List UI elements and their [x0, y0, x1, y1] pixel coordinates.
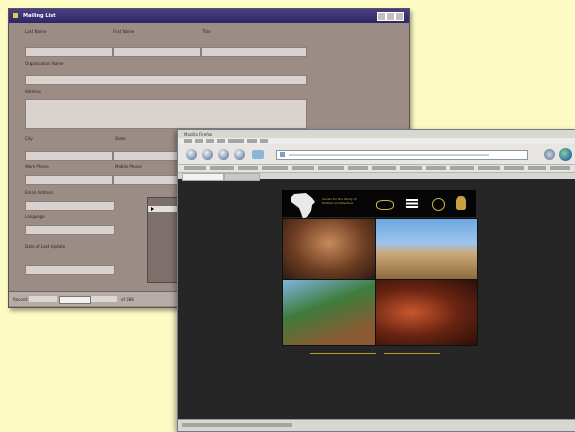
address-bar[interactable]	[276, 150, 528, 160]
mobile-phone-label: Mobile Phone	[115, 164, 142, 169]
reload-icon[interactable]	[218, 149, 229, 160]
menu-item-view[interactable]	[206, 139, 214, 143]
state-field[interactable]	[113, 151, 179, 161]
bookmark-link[interactable]	[262, 166, 288, 170]
organization-label: Organization Name	[25, 61, 64, 66]
nav-next-last-buttons[interactable]	[91, 296, 117, 302]
bookmark-link[interactable]	[504, 166, 524, 170]
browser-logo-icon	[559, 148, 572, 161]
app-icon	[13, 13, 18, 18]
bookmark-link[interactable]	[318, 166, 344, 170]
photo-carved-figure[interactable]	[375, 279, 478, 346]
tab-active[interactable]	[182, 173, 224, 181]
bookmark-link[interactable]	[238, 166, 258, 170]
record-count: of 388	[121, 297, 134, 302]
city-label: City	[25, 136, 33, 141]
first-name-field[interactable]	[113, 47, 201, 57]
emblem-logo[interactable]	[432, 198, 445, 211]
partner-logo[interactable]	[376, 200, 394, 210]
last-name-label: Last Name	[25, 29, 47, 34]
url-text	[289, 154, 489, 156]
first-name-label: First Name	[113, 29, 135, 34]
bookmark-link[interactable]	[528, 166, 546, 170]
menu-item-go[interactable]	[217, 139, 225, 143]
menu-item-file[interactable]	[184, 139, 192, 143]
shield-logo[interactable]	[456, 196, 466, 210]
last-name-field[interactable]	[25, 47, 113, 57]
bookmark-link[interactable]	[478, 166, 500, 170]
language-label: Language	[25, 214, 45, 219]
bookmark-link[interactable]	[292, 166, 314, 170]
bookmark-link[interactable]	[450, 166, 474, 170]
email-label: Email Address	[25, 190, 54, 195]
record-number-field[interactable]	[59, 296, 91, 304]
tab-inactive[interactable]	[224, 173, 260, 181]
browser-statusbar	[178, 419, 575, 431]
menu-item-bookmarks[interactable]	[228, 139, 244, 143]
address-label: Address	[25, 89, 41, 94]
organization-field[interactable]	[25, 75, 307, 85]
address-field[interactable]	[25, 99, 307, 129]
back-icon[interactable]	[186, 149, 197, 160]
state-label: State	[115, 136, 126, 141]
tab-bar	[178, 173, 575, 181]
forward-icon[interactable]	[202, 149, 213, 160]
home-icon[interactable]	[252, 150, 264, 159]
unesco-logo[interactable]	[406, 199, 418, 208]
bookmark-link[interactable]	[550, 166, 570, 170]
footer-link[interactable]	[384, 353, 440, 354]
menu-item-help[interactable]	[260, 139, 268, 143]
browser-titlebar: Mozilla Firefox	[178, 130, 575, 138]
maximize-icon[interactable]	[386, 12, 395, 21]
mobile-phone-field[interactable]	[113, 175, 179, 185]
minimize-icon[interactable]	[377, 12, 386, 21]
title-label: Title	[202, 29, 211, 34]
bookmark-link[interactable]	[400, 166, 422, 170]
bookmark-link[interactable]	[426, 166, 446, 170]
stop-icon[interactable]	[234, 149, 245, 160]
email-field[interactable]	[25, 201, 115, 211]
go-icon[interactable]	[544, 149, 555, 160]
africa-map-logo[interactable]	[288, 191, 318, 221]
menu-item-edit[interactable]	[195, 139, 203, 143]
page-icon	[280, 152, 285, 157]
bookmark-link[interactable]	[348, 166, 368, 170]
work-phone-label: Work Phone	[25, 164, 49, 169]
links-toolbar	[178, 165, 575, 173]
date-last-update-label: Date of Last Update	[25, 244, 66, 249]
window-title: Mailing List	[23, 13, 56, 19]
record-label: Record:	[13, 297, 29, 302]
status-text	[182, 423, 292, 427]
browser-title: Mozilla Firefox	[184, 132, 213, 137]
title-field[interactable]	[201, 47, 307, 57]
menu-item-tools[interactable]	[247, 139, 257, 143]
record-selector-icon	[151, 207, 154, 211]
bookmark-link[interactable]	[372, 166, 396, 170]
date-last-update-field[interactable]	[25, 265, 115, 275]
bookmark-link[interactable]	[184, 166, 206, 170]
browser-window: Mozilla Firefox Center for the Study of …	[177, 129, 575, 432]
site-heading: Center for the Study of Earthen Architec…	[322, 197, 357, 205]
photo-scaffolding[interactable]	[282, 279, 376, 346]
photo-people-outdoors[interactable]	[375, 218, 478, 280]
footer-link[interactable]	[310, 353, 376, 354]
form-titlebar: Mailing List	[9, 9, 409, 23]
bookmark-link[interactable]	[210, 166, 234, 170]
close-icon[interactable]	[395, 12, 404, 21]
work-phone-field[interactable]	[25, 175, 113, 185]
city-field[interactable]	[25, 151, 113, 161]
language-field[interactable]	[25, 225, 115, 235]
nav-first-prev-buttons[interactable]	[29, 296, 57, 302]
photo-interior-arch[interactable]	[282, 218, 376, 280]
site-header: Center for the Study of Earthen Architec…	[282, 190, 476, 219]
